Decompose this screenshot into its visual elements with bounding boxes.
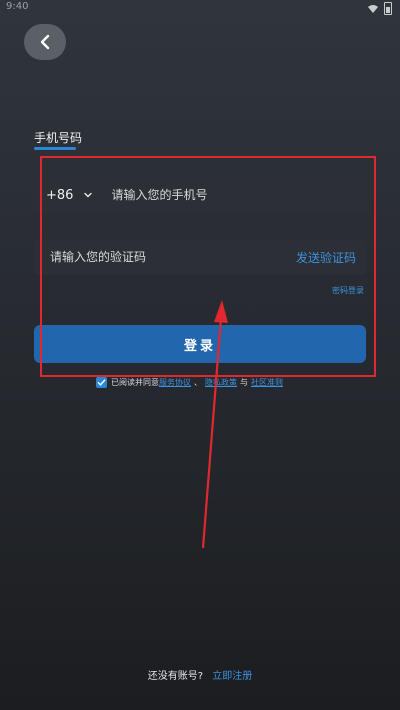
- wifi-icon: [368, 4, 378, 13]
- country-code-selector[interactable]: +86: [46, 188, 73, 203]
- password-login-link[interactable]: 密码登录: [332, 285, 364, 296]
- agreement-prefix: 已阅读并同意: [111, 378, 159, 387]
- register-prompt: 还没有账号? 立即注册: [0, 667, 400, 682]
- checkmark-icon: [97, 379, 106, 386]
- phone-input[interactable]: [109, 187, 334, 203]
- register-link[interactable]: 立即注册: [212, 671, 252, 682]
- login-button[interactable]: 登录: [34, 325, 366, 363]
- chevron-left-icon: [40, 34, 50, 50]
- privacy-policy-link[interactable]: 隐私政策: [205, 377, 237, 388]
- verification-code-field: 发送验证码: [34, 239, 366, 275]
- tab-phone-number[interactable]: 手机号码: [34, 129, 82, 146]
- agreement-conjunction: 与: [240, 378, 248, 387]
- register-prompt-text: 还没有账号?: [147, 671, 204, 682]
- chevron-down-icon[interactable]: [83, 190, 93, 200]
- status-icons: [368, 2, 392, 15]
- battery-icon: [384, 2, 392, 15]
- agreement-checkbox[interactable]: [96, 377, 107, 388]
- community-guidelines-link[interactable]: 社区准则: [251, 377, 283, 388]
- agreement-separator: 、: [194, 378, 202, 387]
- send-code-button[interactable]: 发送验证码: [296, 249, 356, 266]
- back-button[interactable]: [24, 24, 66, 60]
- verification-code-input[interactable]: [48, 249, 252, 265]
- tab-active-indicator: [34, 147, 76, 150]
- status-bar: 9:40: [0, 0, 400, 16]
- status-time: 9:40: [6, 1, 29, 12]
- phone-field: +86: [34, 177, 366, 213]
- agreement-row: 已阅读并同意 服务协议 、 隐私政策 与 社区准则: [96, 377, 283, 388]
- terms-of-service-link[interactable]: 服务协议: [159, 377, 191, 388]
